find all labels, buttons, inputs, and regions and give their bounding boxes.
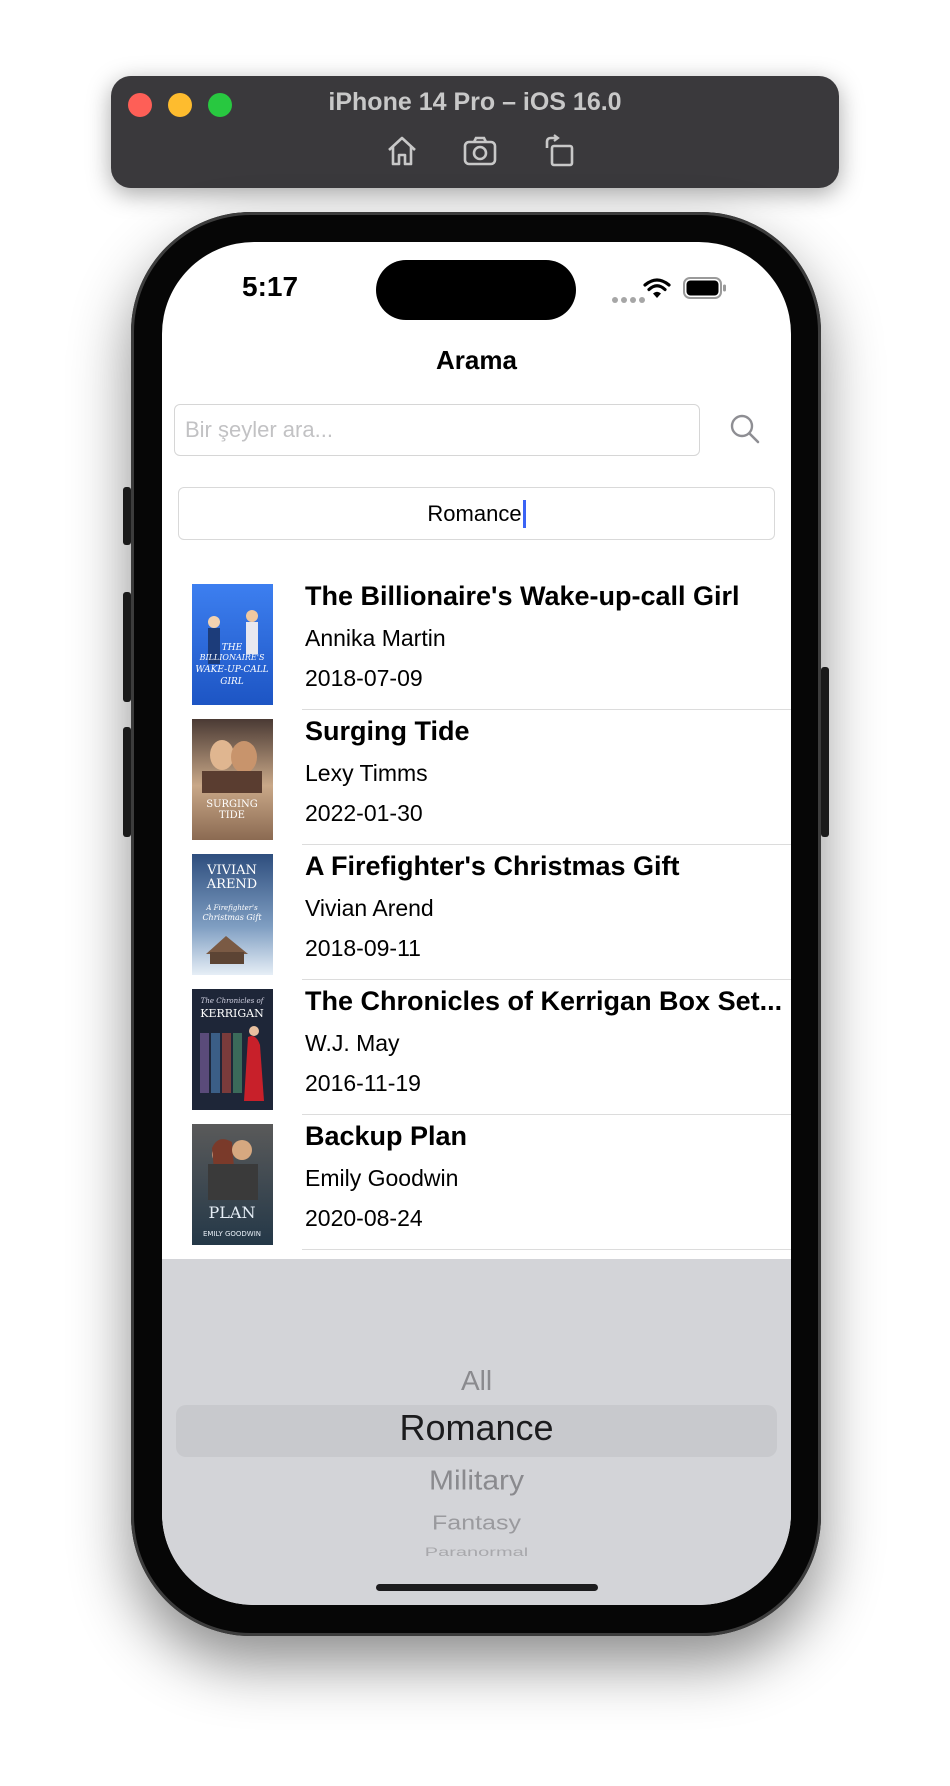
book-author: Lexy Timms [305, 760, 428, 786]
genre-field-value: Romance [427, 500, 522, 526]
book-author: Vivian Arend [305, 895, 434, 921]
picker-option[interactable]: Military [162, 1465, 791, 1497]
book-cover: The Chronicles of KERRIGAN [192, 989, 273, 1110]
volume-down-button [123, 727, 131, 837]
genre-field[interactable]: Romance [178, 487, 775, 540]
book-author: Annika Martin [305, 625, 446, 651]
svg-text:BILLIONAIRE'S: BILLIONAIRE'S [199, 653, 265, 662]
picker-option[interactable]: Paranormal [162, 1546, 791, 1560]
book-cover: VIVIAN AREND A Firefighter's Christmas G… [192, 854, 273, 975]
svg-text:PLAN: PLAN [209, 1203, 256, 1222]
svg-text:EMILY GOODWIN: EMILY GOODWIN [203, 1230, 261, 1238]
book-title: The Chronicles of Kerrigan Box Set... [305, 986, 783, 1016]
svg-text:WAKE-UP-CALL: WAKE-UP-CALL [195, 665, 268, 675]
book-author: Emily Goodwin [305, 1165, 459, 1191]
battery-icon [683, 277, 726, 299]
volume-up-button [123, 592, 131, 702]
book-list[interactable]: THE BILLIONAIRE'S WAKE-UP-CALL GIRL The … [162, 575, 791, 1250]
wifi-icon [643, 278, 671, 298]
mute-switch [123, 487, 131, 545]
search-icon[interactable] [728, 412, 762, 446]
book-date: 2022-01-30 [305, 800, 423, 826]
status-time: 5:17 [242, 271, 299, 302]
page-title: Arama [436, 345, 517, 375]
book-row[interactable]: THE BILLIONAIRE'S WAKE-UP-CALL GIRL The … [162, 575, 791, 710]
phone-frame: 5:17 Arama Romance [123, 212, 829, 1636]
book-row[interactable]: SURGING TIDE Surging Tide Lexy Timms 202… [162, 710, 791, 845]
svg-text:KERRIGAN: KERRIGAN [200, 1007, 264, 1020]
genre-picker[interactable]: All Romance Military Fantasy Paranormal [162, 1259, 791, 1605]
svg-text:GIRL: GIRL [220, 677, 244, 687]
book-date: 2018-07-09 [305, 665, 423, 691]
text-caret [522, 499, 526, 528]
dynamic-island [376, 260, 576, 320]
book-cover: THE BILLIONAIRE'S WAKE-UP-CALL GIRL [192, 584, 273, 705]
rotate-icon[interactable] [541, 132, 579, 170]
phone-screen: 5:17 Arama Romance [162, 242, 791, 1605]
book-cover: PLAN EMILY GOODWIN [192, 1124, 273, 1245]
svg-text:SURGING: SURGING [206, 799, 257, 810]
book-title: A Firefighter's Christmas Gift [305, 851, 680, 881]
power-button [821, 667, 829, 837]
book-row[interactable]: The Chronicles of KERRIGAN The Chronicle… [162, 980, 791, 1115]
book-date: 2018-09-11 [305, 935, 421, 961]
picker-option-selected[interactable]: Romance [162, 1407, 791, 1449]
screenshot-icon[interactable] [461, 132, 499, 170]
book-row[interactable]: VIVIAN AREND A Firefighter's Christmas G… [162, 845, 791, 980]
svg-text:TIDE: TIDE [219, 810, 245, 821]
svg-text:THE: THE [222, 643, 243, 653]
svg-text:A Firefighter's: A Firefighter's [205, 904, 258, 912]
simulator-title-bar: iPhone 14 Pro – iOS 16.0 [111, 76, 839, 188]
book-cover: SURGING TIDE [192, 719, 273, 840]
picker-option[interactable]: All [162, 1365, 791, 1397]
svg-text:AREND: AREND [206, 877, 257, 892]
search-input[interactable] [174, 404, 700, 456]
book-author: W.J. May [305, 1030, 400, 1056]
book-title: The Billionaire's Wake-up-call Girl [305, 581, 740, 611]
svg-text:VIVIAN: VIVIAN [206, 863, 257, 878]
book-date: 2020-08-24 [305, 1205, 423, 1231]
svg-text:Christmas Gift: Christmas Gift [202, 913, 262, 922]
book-title: Surging Tide [305, 716, 470, 746]
simulator-title: iPhone 14 Pro – iOS 16.0 [328, 88, 622, 116]
home-indicator [376, 1584, 598, 1591]
picker-option[interactable]: Fantasy [162, 1512, 791, 1535]
book-date: 2016-11-19 [305, 1070, 421, 1096]
svg-text:The Chronicles of: The Chronicles of [201, 997, 265, 1005]
book-title: Backup Plan [305, 1121, 468, 1151]
home-icon[interactable] [383, 132, 421, 170]
book-row[interactable]: PLAN EMILY GOODWIN Backup Plan Emily Goo… [162, 1115, 791, 1250]
